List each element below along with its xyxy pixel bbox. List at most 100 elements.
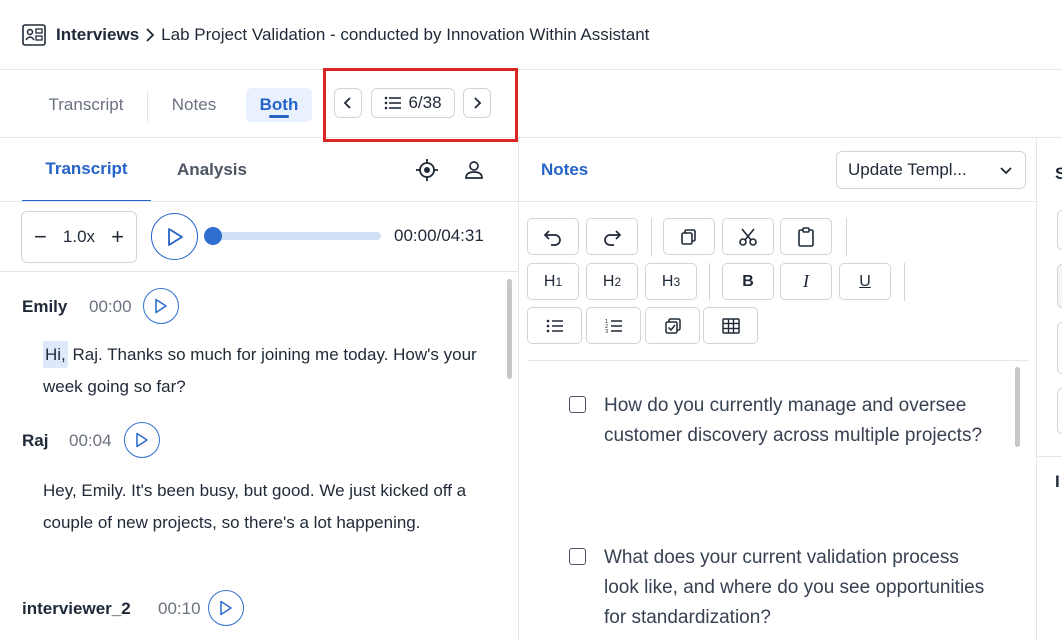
copy-button[interactable] — [663, 218, 715, 255]
copy-icon — [681, 228, 696, 245]
question-checkbox[interactable] — [569, 396, 586, 413]
scrollbar[interactable] — [1015, 367, 1020, 447]
tab-both-label: Both — [259, 95, 299, 114]
heading-1-button[interactable]: H1 — [527, 263, 579, 300]
timestamp[interactable]: 00:04 — [69, 431, 112, 451]
tab-transcript-view[interactable]: Transcript — [30, 88, 142, 122]
chevron-left-icon — [343, 97, 351, 109]
update-template-button[interactable]: Update Templ... — [836, 151, 1026, 189]
italic-button[interactable]: I — [780, 263, 832, 300]
interview-counter: 6/38 — [408, 93, 442, 112]
play-segment-button[interactable] — [143, 288, 179, 324]
target-icon[interactable] — [415, 158, 439, 182]
redo-button[interactable] — [586, 218, 638, 255]
breadcrumb: Interviews Lab Project Validation - cond… — [56, 25, 649, 45]
bullet-list-button[interactable] — [527, 307, 582, 344]
checklist-icon — [664, 317, 681, 334]
play-icon — [220, 600, 232, 616]
transcript-panel: Transcript Analysis − 1.0x + 00:00/04:31 — [0, 138, 519, 640]
person-icon[interactable] — [462, 158, 486, 182]
numbered-list-icon: 1 2 3 — [605, 319, 622, 334]
question-text: What does your current validation proces… — [604, 547, 985, 628]
active-tab-indicator — [269, 115, 289, 118]
timestamp[interactable]: 00:00 — [89, 297, 132, 317]
audio-player: − 1.0x + 00:00/04:31 — [0, 202, 519, 272]
tab-both-view[interactable]: Both — [246, 88, 312, 122]
notes-panel: Notes Update Templ... H1 H2 H3 B I U 1 2… — [519, 138, 1036, 640]
side-panel-field[interactable] — [1057, 210, 1062, 250]
tab-divider — [147, 90, 148, 122]
transcript-list: Emily 00:00 Hi, Raj. Thanks so much for … — [0, 273, 519, 640]
undo-icon — [543, 229, 561, 246]
heading-3-label: H — [661, 272, 674, 290]
utterance-text: Hi, Raj. Thanks so much for joining me t… — [43, 339, 488, 403]
undo-button[interactable] — [527, 218, 579, 255]
heading-3-button[interactable]: H3 — [645, 263, 697, 300]
page-title: Lab Project Validation - conducted by In… — [161, 24, 650, 44]
side-panel-field[interactable] — [1057, 388, 1062, 434]
speaker-name: Raj — [22, 431, 49, 450]
side-panel-heading: S — [1055, 164, 1062, 184]
next-interview-button[interactable] — [463, 88, 491, 118]
cut-button[interactable] — [722, 218, 774, 255]
utterance-body: Raj. Thanks so much for joining me today… — [43, 345, 477, 396]
redo-icon — [604, 229, 622, 246]
highlighted-word[interactable]: Hi, — [43, 341, 68, 368]
heading-2-button[interactable]: H2 — [586, 263, 638, 300]
play-segment-button[interactable] — [124, 422, 160, 458]
side-panel-field[interactable] — [1057, 264, 1062, 308]
heading-2-label: H — [602, 272, 615, 290]
play-button[interactable] — [151, 213, 198, 260]
bold-button[interactable]: B — [722, 263, 774, 300]
progress-track[interactable] — [208, 232, 381, 240]
speed-increase-button[interactable]: + — [111, 226, 124, 248]
side-panel-field[interactable] — [1057, 322, 1062, 374]
tab-notes-view[interactable]: Notes — [156, 88, 232, 122]
paste-button[interactable] — [780, 218, 832, 255]
toolbar-divider — [846, 218, 847, 256]
breadcrumb-interviews[interactable]: Interviews — [56, 25, 139, 45]
table-icon — [721, 317, 740, 334]
previous-interview-button[interactable] — [334, 88, 362, 118]
toolbar-divider — [709, 263, 710, 301]
bullet-list-icon — [546, 319, 563, 332]
progress-thumb[interactable] — [204, 227, 222, 245]
notes-editor[interactable]: How do you currently manage and oversee … — [527, 360, 1029, 640]
tab-analysis[interactable]: Analysis — [162, 138, 262, 202]
notes-title: Notes — [541, 160, 589, 179]
speed-control: − 1.0x + — [21, 211, 137, 263]
chevron-down-icon — [1000, 167, 1012, 175]
play-icon — [167, 227, 183, 246]
heading-3-sub: 3 — [673, 274, 681, 289]
tab-transcript[interactable]: Transcript — [22, 138, 151, 202]
toolbar-divider — [651, 218, 652, 256]
question-checkbox[interactable] — [569, 548, 586, 565]
svg-text:3: 3 — [605, 329, 608, 334]
speed-decrease-button[interactable]: − — [34, 226, 47, 248]
chevron-right-icon — [474, 97, 482, 109]
interview-list-button[interactable]: 6/38 — [371, 88, 455, 118]
numbered-list-button[interactable]: 1 2 3 — [586, 307, 641, 344]
side-panel-subheading: I — [1055, 472, 1060, 491]
timestamp[interactable]: 00:10 — [158, 599, 201, 619]
table-button[interactable] — [703, 307, 758, 344]
heading-1-label: H — [543, 272, 556, 290]
playback-time: 00:00/04:31 — [394, 226, 484, 245]
toolbar-divider — [904, 263, 905, 301]
underline-button[interactable]: U — [839, 263, 891, 300]
scissors-icon — [739, 227, 757, 246]
chevron-right-icon — [145, 27, 155, 42]
heading-1-sub: 1 — [555, 274, 563, 289]
scrollbar[interactable] — [507, 279, 512, 379]
speaker-name: Emily — [22, 297, 68, 316]
utterance-text: Hey, Emily. It's been busy, but good. We… — [43, 481, 467, 532]
play-segment-button[interactable] — [208, 590, 244, 626]
notes-header-separator — [519, 201, 1036, 202]
side-panel: S I — [1036, 138, 1062, 640]
checklist-button[interactable] — [645, 307, 700, 344]
side-panel-separator — [1037, 456, 1062, 457]
play-icon — [136, 432, 148, 448]
list-icon — [385, 96, 402, 110]
question-text: How do you currently manage and oversee … — [604, 395, 983, 446]
page-header: Interviews Lab Project Validation - cond… — [0, 0, 1062, 70]
